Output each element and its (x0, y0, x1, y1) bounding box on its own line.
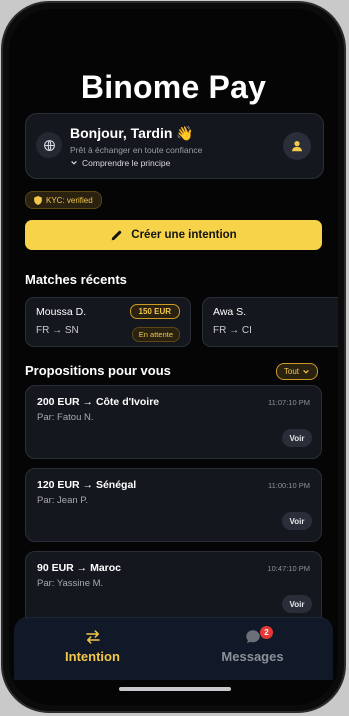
proposal-card[interactable]: 120 EUR → Sénégal Par: Jean P. 11:00:10 … (25, 468, 322, 542)
language-button[interactable] (36, 132, 62, 158)
filter-label: Tout (283, 367, 299, 376)
tab-intention-label: Intention (65, 649, 120, 664)
proposal-title: 200 EUR → Côte d'Ivoire (37, 396, 160, 408)
matches-title: Matches récents (25, 272, 127, 287)
swap-arrows-icon (14, 628, 171, 646)
tab-intention[interactable]: Intention (14, 618, 171, 680)
globe-icon (43, 139, 55, 151)
home-indicator[interactable] (119, 687, 231, 691)
proposal-author: Par: Yassine M. (37, 578, 104, 589)
proposal-time: 11:07:10 PM (268, 398, 310, 407)
match-card[interactable]: Awa S. FR → CI (202, 297, 338, 347)
chevron-down-icon (71, 160, 77, 165)
user-icon (292, 141, 302, 152)
view-button[interactable]: Voir (282, 512, 312, 530)
proposal-author: Par: Fatou N. (37, 412, 94, 423)
proposals-filter-dropdown[interactable]: Tout (275, 363, 318, 380)
principle-link[interactable]: Comprendre le principe (70, 158, 170, 168)
match-name: Awa S. (213, 306, 247, 318)
match-status-badge: En attente (131, 327, 180, 342)
chat-bubble-icon (174, 628, 331, 646)
profile-button[interactable] (283, 132, 311, 160)
create-intention-label: Créer une intention (131, 229, 237, 241)
match-route: FR → CI (213, 325, 252, 336)
shield-icon (34, 195, 42, 205)
create-intention-button[interactable]: Créer une intention (25, 220, 322, 250)
view-button[interactable]: Voir (282, 595, 312, 613)
proposal-author: Par: Jean P. (37, 495, 89, 506)
unread-badge: 2 (260, 626, 273, 639)
kyc-label: KYC: verified (46, 195, 93, 205)
match-amount-badge: 150 EUR (129, 304, 180, 319)
proposal-card[interactable]: 90 EUR → Maroc Par: Yassine M. 10:47:10 … (25, 551, 322, 625)
proposal-title: 90 EUR → Maroc (37, 562, 122, 574)
greeting-subtitle: Prêt à échanger en toute confiance (70, 145, 203, 155)
proposal-card[interactable]: 200 EUR → Côte d'Ivoire Par: Fatou N. 11… (25, 385, 322, 459)
proposal-title: 120 EUR → Sénégal (37, 479, 137, 491)
phone-frame: Binome Pay Bonjour, Tardin 👋 Prêt à écha… (1, 1, 346, 713)
proposal-time: 10:47:10 PM (267, 564, 310, 573)
bottom-tab-bar: Intention 2 Messages (14, 617, 333, 680)
app-title: Binome Pay (80, 69, 267, 105)
tab-messages[interactable]: 2 Messages (174, 618, 331, 680)
pencil-icon (111, 230, 122, 240)
match-name: Moussa D. (36, 306, 87, 318)
view-button[interactable]: Voir (282, 429, 312, 447)
greeting-card: Bonjour, Tardin 👋 Prêt à échanger en tou… (25, 113, 324, 179)
principle-link-label: Comprendre le principe (82, 158, 171, 168)
chevron-down-icon (303, 369, 309, 374)
proposals-title: Propositions pour vous (25, 363, 171, 378)
tab-messages-label: Messages (221, 649, 284, 664)
match-route: FR → SN (36, 325, 79, 336)
match-card[interactable]: Moussa D. FR → SN 150 EUR En attente (25, 297, 191, 347)
app-screen: Binome Pay Bonjour, Tardin 👋 Prêt à écha… (9, 9, 338, 705)
kyc-status-badge: KYC: verified (25, 191, 102, 209)
proposal-time: 11:00:10 PM (268, 481, 310, 490)
greeting-title: Bonjour, Tardin 👋 (70, 125, 194, 141)
